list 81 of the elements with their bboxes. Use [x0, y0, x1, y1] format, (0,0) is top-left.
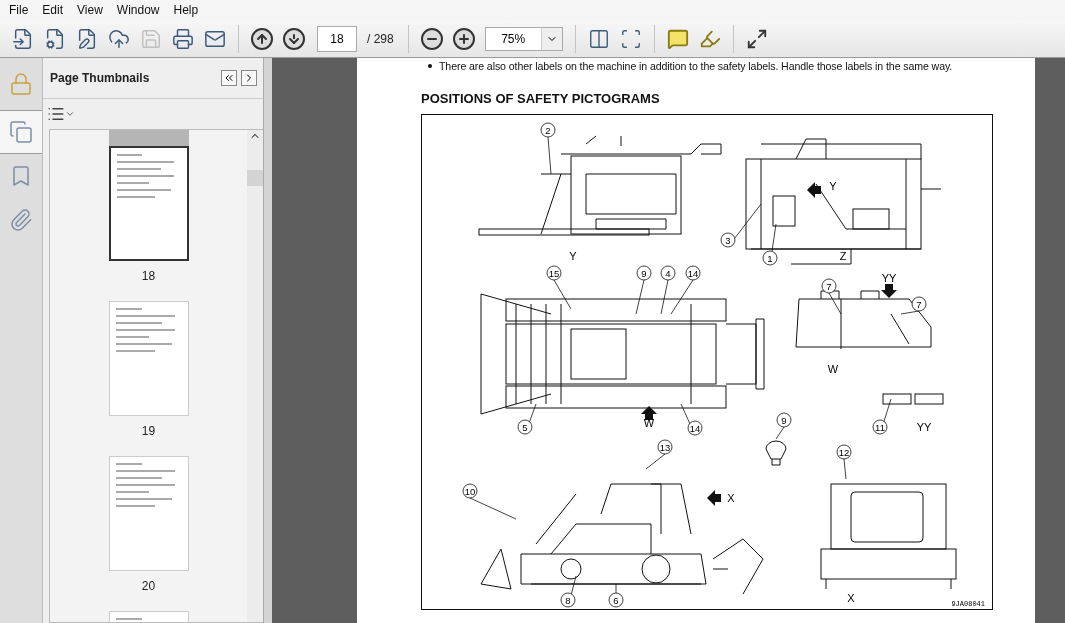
callout-number: 8	[560, 592, 576, 608]
callout-number: 9	[776, 412, 792, 428]
plus-icon	[451, 26, 476, 51]
scroll-thumb[interactable]	[247, 170, 263, 186]
leader-line	[553, 279, 572, 310]
callout-number: 14	[687, 420, 703, 436]
callout-number: 7	[821, 278, 837, 294]
callout-number: 2	[540, 122, 556, 138]
panel-title: Page Thumbnails	[50, 71, 151, 85]
view-label: X	[727, 492, 735, 504]
speech-bubble-icon	[666, 27, 689, 50]
callout-number: 3	[720, 232, 736, 248]
options-button[interactable]	[47, 105, 75, 123]
view-label: YY	[916, 421, 932, 433]
leader-line	[469, 497, 517, 520]
page-number: 18	[141, 269, 156, 283]
leader-line	[635, 279, 645, 315]
arrow-icon	[641, 406, 657, 420]
page-number-field[interactable]: 18	[317, 25, 357, 52]
menu-item[interactable]: Edit	[35, 3, 71, 17]
view-label: Y	[829, 180, 837, 192]
callout-number: 10	[462, 483, 478, 499]
arrow-icon	[707, 490, 721, 506]
label-plate-drawing	[882, 393, 944, 405]
caret-icon	[65, 109, 75, 119]
printer-icon	[172, 27, 194, 50]
leader-line	[843, 458, 847, 480]
menu-item[interactable]: View	[70, 3, 110, 17]
bullet-icon	[428, 64, 432, 68]
menu-item[interactable]: Window	[109, 3, 167, 17]
page-number: 19	[141, 424, 156, 438]
callout-number: 11	[872, 419, 888, 435]
callout-number: 9	[636, 265, 652, 281]
save-icon	[140, 27, 162, 50]
lock-icon	[9, 72, 33, 96]
callout-number: 7	[911, 296, 927, 312]
section-heading: POSITIONS OF SAFETY PICTOGRAMS	[421, 91, 661, 106]
callout-number: 4	[660, 265, 676, 281]
callout-number: 1	[762, 250, 778, 266]
arrow-icon	[881, 284, 897, 298]
dropdown-button[interactable]	[540, 26, 563, 51]
callout-number: 13	[657, 439, 673, 455]
scrollbar[interactable]	[247, 130, 263, 622]
control-knob-drawing	[765, 440, 787, 466]
pages-icon	[9, 120, 33, 144]
page-number: 20	[141, 579, 156, 593]
ripper-drawing	[712, 538, 764, 595]
cloud-upload-icon	[108, 27, 130, 50]
leader-line	[645, 453, 666, 470]
callout-number: 6	[608, 592, 624, 608]
callout-number: 15	[546, 265, 562, 281]
leader-line	[828, 292, 842, 315]
leader-line	[547, 136, 552, 175]
double-left-arrow-icon	[223, 72, 235, 84]
zoom-field[interactable]: 75%	[484, 26, 541, 51]
menu-item[interactable]: File	[2, 3, 36, 17]
collapse-button[interactable]	[221, 70, 237, 86]
minus-icon	[419, 26, 444, 51]
paperclip-icon	[9, 208, 33, 232]
callout-number: 12	[836, 444, 852, 460]
menu-item[interactable]: Help	[166, 3, 206, 17]
leader-line	[775, 426, 785, 440]
list-icon	[47, 105, 65, 123]
document-pen-icon	[76, 27, 98, 50]
pages-tab[interactable]	[0, 110, 42, 154]
view-label: X	[847, 592, 855, 604]
expand-button[interactable]	[241, 70, 257, 86]
expand-arrows-icon	[745, 27, 768, 50]
callout-number: 14	[685, 265, 701, 281]
leader-line	[900, 310, 920, 315]
view-label: W	[827, 363, 839, 375]
document-arrow-icon	[12, 27, 34, 50]
bullet-text: There are also other labels on the machine in addition to the safety labels. Handle those labels in the same way.	[439, 60, 953, 72]
callout-number: 5	[517, 419, 533, 435]
view-label: YY	[881, 272, 897, 284]
arrow-icon	[807, 182, 821, 198]
view-label: Z	[839, 250, 847, 262]
document-gear-icon	[44, 27, 66, 50]
view-label: W	[643, 417, 655, 429]
view-label: Y	[569, 250, 577, 262]
page-count: / 298	[367, 31, 394, 46]
